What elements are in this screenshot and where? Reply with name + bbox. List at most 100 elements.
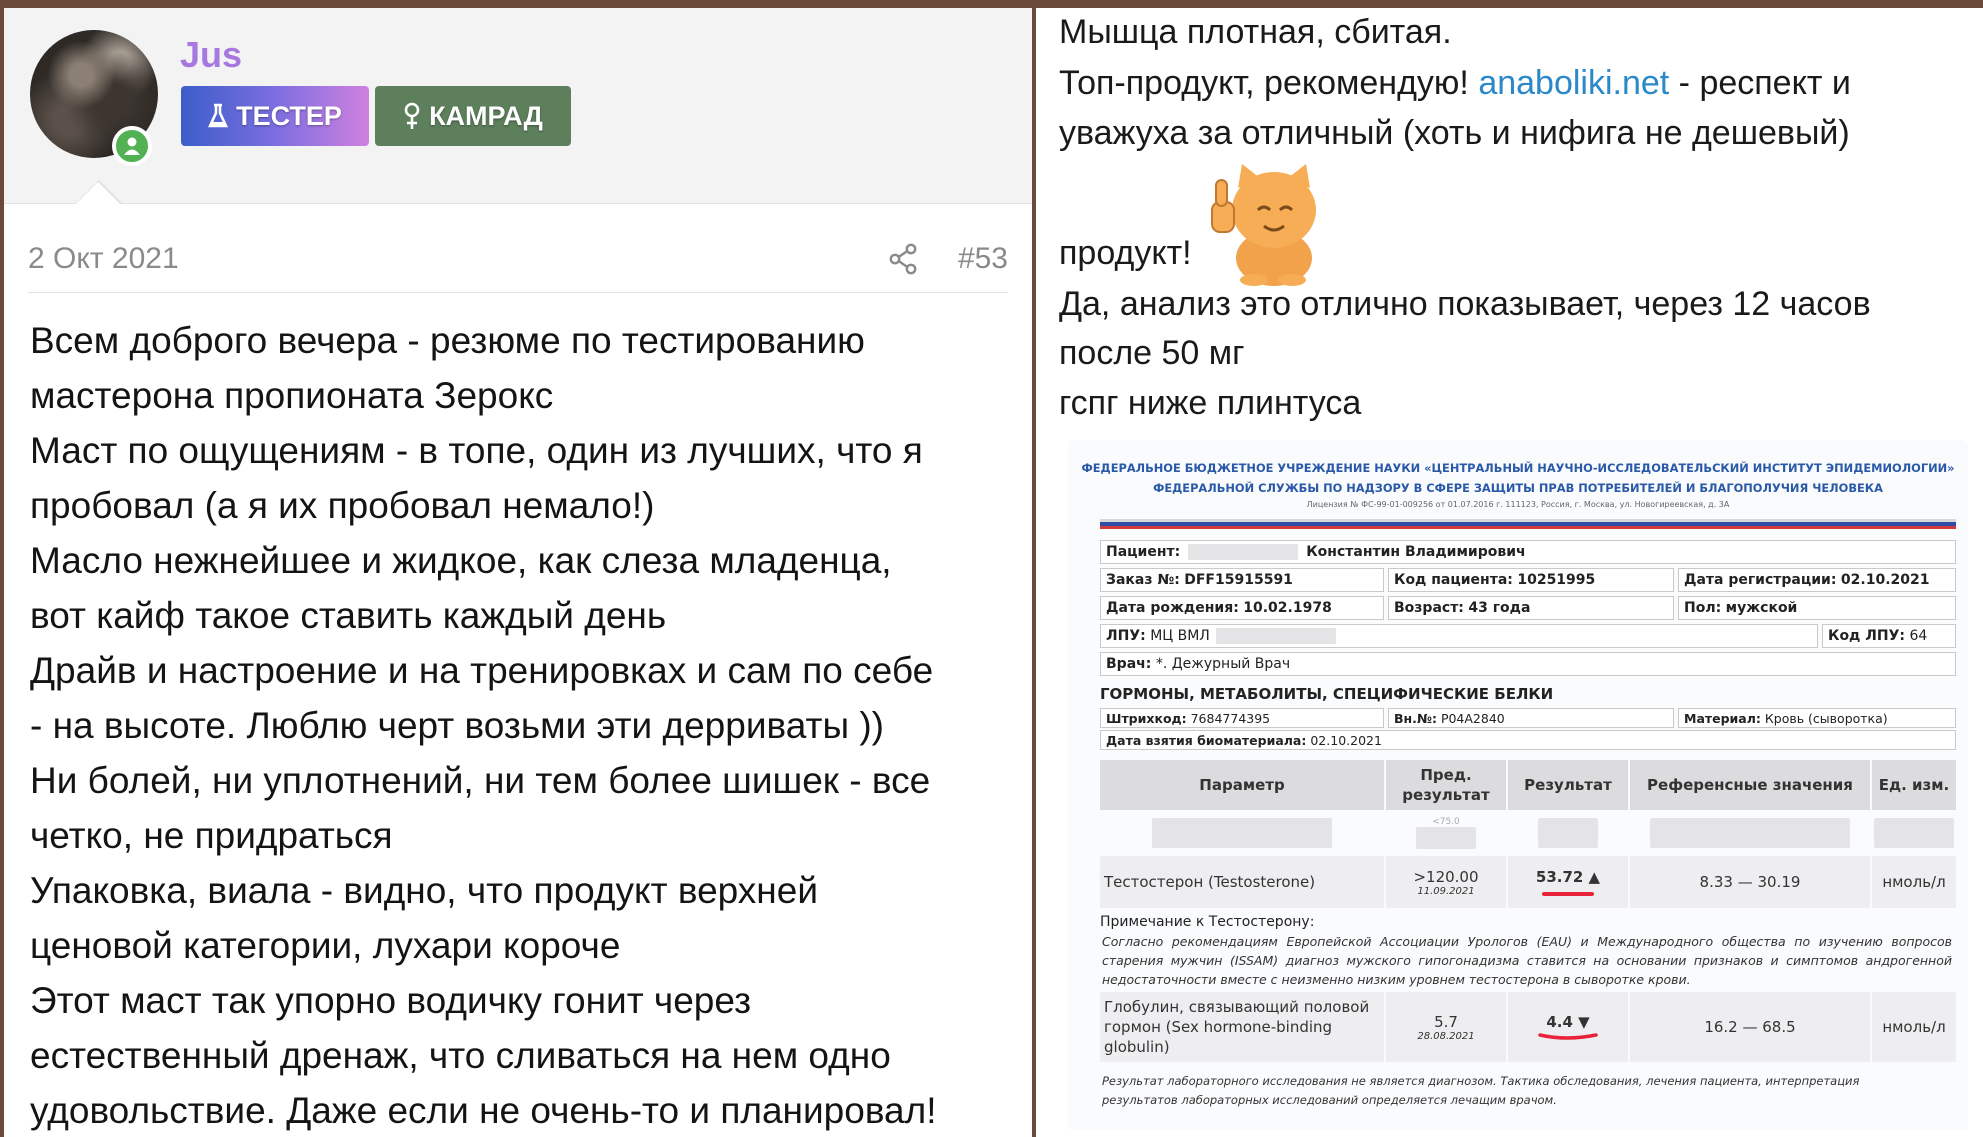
redacted-block (1152, 818, 1332, 848)
cat-thumbs-up-icon (1211, 164, 1316, 286)
post-line: ценовой категории, лухари короче (30, 925, 621, 966)
ref-shbg: 16.2 — 68.5 (1630, 992, 1872, 1062)
age-value: 43 года (1468, 600, 1531, 616)
dob-row: Дата рождения: 10.02.1978 Возраст: 43 го… (1100, 596, 1956, 620)
username-link[interactable]: Jus (180, 34, 242, 76)
lab-table-header: Параметр Пред. результат Результат Рефер… (1100, 760, 1956, 810)
sex-label: Пол: (1684, 600, 1722, 616)
badge-kamrad-label: КАМРАД (429, 100, 543, 131)
post-meta: 2 Окт 2021 #53 (28, 236, 1008, 293)
online-status-icon (112, 126, 152, 166)
post-line: удовольствие. Даже если не очень-то и пл… (30, 1090, 937, 1131)
post-number-link[interactable]: #53 (958, 242, 1008, 276)
post-line: Этот маст так упорно водичку гонит через (30, 980, 752, 1021)
col-unit: Ед. изм. (1872, 760, 1956, 810)
right-line-1: Мышца плотная, сбитая. (1059, 13, 1452, 51)
material-value: Кровь (сыворотка) (1764, 710, 1888, 726)
order-label: Заказ №: (1106, 572, 1180, 588)
col-result: Результат (1508, 760, 1630, 810)
avatar-wrap[interactable] (30, 30, 158, 166)
right-line-4: продукт! (1059, 234, 1192, 272)
prev-shbg: 5.7 (1434, 1012, 1458, 1031)
post-line: Маст по ощущениям - в топе, один из лучш… (30, 430, 923, 471)
share-icon[interactable] (888, 243, 918, 275)
col-parameter: Параметр (1100, 760, 1386, 810)
prev-testosterone: >120.00 (1413, 867, 1479, 886)
patient-label: Пациент: (1106, 544, 1181, 560)
note-text: Согласно рекомендациям Европейской Ассоц… (1102, 934, 1952, 987)
badge-tester: ТЕСТЕР (181, 86, 369, 146)
reg-date-label: Дата регистрации: (1684, 572, 1837, 588)
lab-header-1: ФЕДЕРАЛЬНОЕ БЮДЖЕТНОЕ УЧРЕЖДЕНИЕ НАУКИ «… (1081, 461, 1955, 475)
lab-row-redacted: <75.0 (1100, 816, 1956, 850)
redacted-prev-value: <75.0 (1432, 817, 1460, 827)
lpu-row: ЛПУ: МЦ ВМЛ Код ЛПУ: 64 (1100, 624, 1956, 648)
lab-footer-1: Результат лабораторного исследования не … (1102, 1074, 1860, 1088)
patient-code-label: Код пациента: (1394, 572, 1513, 588)
right-line-2: Топ-продукт, рекомендую! anaboliki.net -… (1059, 63, 1851, 103)
badge-tester-label: ТЕСТЕР (236, 100, 342, 131)
barcode-value: 7684774395 (1190, 710, 1271, 726)
post-line: Ни болей, ни уплотнений, ни тем более ши… (30, 760, 931, 801)
result-testosterone: 53.72 ▲ (1535, 868, 1601, 886)
patient-row: Пациент: Константин Владимирович (1100, 540, 1956, 564)
lab-row-testosterone: Тестостерон (Testosterone) >120.00 11.09… (1100, 856, 1956, 908)
redacted-block (1188, 544, 1299, 560)
ref-testosterone: 8.33 — 30.19 (1630, 856, 1872, 908)
post-line: Упаковка, виала - видно, что продукт вер… (30, 870, 818, 911)
col-reference: Референсные значения (1630, 760, 1872, 810)
post-line: пробовал (а я их пробовал немало!) (30, 485, 655, 526)
redacted-block (1650, 818, 1850, 848)
age-label: Возраст: (1394, 600, 1464, 616)
order-value: DFF15915591 (1184, 572, 1293, 588)
right-line-6: после 50 мг (1059, 334, 1245, 372)
right-line-3: уважуха за отличный (хоть и нифига не де… (1059, 114, 1850, 152)
post-date[interactable]: 2 Окт 2021 (28, 242, 179, 276)
col-previous-result: Пред. результат (1386, 760, 1508, 810)
lab-footer: Результат лабораторного исследования не … (1102, 1072, 1952, 1110)
post-line: - на высоте. Люблю черт возьми эти дерри… (30, 705, 884, 746)
lab-license: Лицензия № ФС-99-01-009256 от 01.07.2016… (1306, 500, 1730, 509)
lab-flag-stripe (1100, 519, 1956, 530)
int-no-label: Вн.№: (1394, 710, 1437, 726)
lpu-code-label: Код ЛПУ: (1828, 628, 1905, 644)
param-shbg-2: гормон (Sex hormone-binding (1104, 1018, 1333, 1036)
lab-header: ФЕДЕРАЛЬНОЕ БЮДЖЕТНОЕ УЧРЕЖДЕНИЕ НАУКИ «… (1068, 458, 1968, 498)
left-post: Jus ТЕСТЕР КАМРАД 2 Окт 2021 #53 Всем до… (4, 8, 1032, 1137)
doctor-value: *. Дежурный Врач (1155, 656, 1291, 672)
dob-value: 10.02.1978 (1243, 600, 1332, 616)
lab-row-shbg: Глобулин, связывающий половой гормон (Se… (1100, 992, 1956, 1062)
post-body: Всем доброго вечера - резюме по тестиров… (30, 313, 1020, 1137)
flask-icon (208, 103, 229, 128)
right-line-7: гспг ниже плинтуса (1059, 384, 1362, 422)
prev-date-testosterone: 11.09.2021 (1417, 885, 1475, 897)
anaboliki-link[interactable]: anaboliki.net (1478, 64, 1669, 102)
right-post: Мышца плотная, сбитая. Топ-продукт, реко… (1036, 8, 1983, 1137)
post-line: Масло нежнейшее и жидкое, как слеза млад… (30, 540, 892, 581)
param-shbg-1: Глобулин, связывающий половой (1104, 998, 1370, 1016)
sample-date-row: Дата взятия биоматериала: 02.10.2021 (1100, 730, 1956, 750)
redacted-block (1538, 818, 1598, 848)
lpu-value: МЦ ВМЛ (1150, 628, 1210, 644)
order-row: Заказ №: DFF15915591 Код пациента: 10251… (1100, 568, 1956, 592)
lab-footer-2: результатов лабораторных исследований оп… (1102, 1093, 1557, 1107)
dob-label: Дата рождения: (1106, 600, 1239, 616)
post-line: мастерона пропионата Зерокс (30, 375, 554, 416)
lpu-label: ЛПУ: (1106, 628, 1146, 644)
pin-icon (404, 102, 420, 129)
sample-date-label: Дата взятия биоматериала: (1106, 732, 1307, 748)
lab-section-title: ГОРМОНЫ, МЕТАБОЛИТЫ, СПЕЦИФИЧЕСКИЕ БЕЛКИ (1100, 685, 1554, 703)
sample-date-value: 02.10.2021 (1310, 732, 1382, 748)
sex-value: мужской (1725, 600, 1798, 616)
unit-shbg: нмоль/л (1872, 992, 1956, 1062)
patient-code-value: 10251995 (1517, 572, 1596, 588)
int-no-value: P04A2840 (1440, 710, 1505, 726)
lab-report-image[interactable]: ФЕДЕРАЛЬНОЕ БЮДЖЕТНОЕ УЧРЕЖДЕНИЕ НАУКИ «… (1068, 440, 1968, 1130)
right-line-2-pre: Топ-продукт, рекомендую! (1059, 64, 1479, 102)
doctor-row: Врач: *. Дежурный Врач (1100, 652, 1956, 676)
post-line: Драйв и настроение и на тренировках и са… (30, 650, 934, 691)
note-title: Примечание к Тестостерону: (1100, 914, 1315, 930)
lpu-code-value: 64 (1909, 628, 1928, 644)
redacted-block (1215, 628, 1336, 644)
pointer-arrow (76, 182, 120, 204)
